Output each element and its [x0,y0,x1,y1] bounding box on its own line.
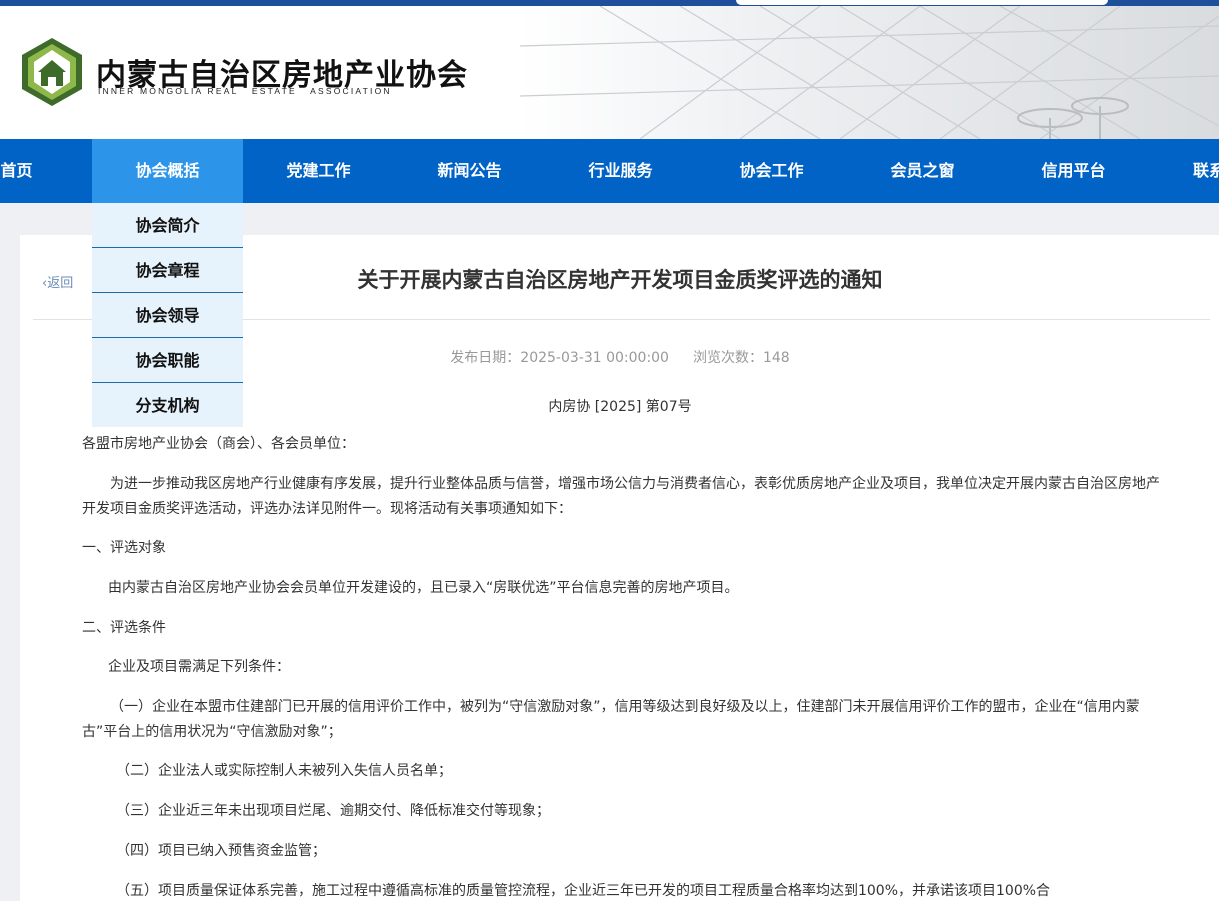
back-label: 返回 [47,276,74,291]
paragraph-intro: 为进一步推动我区房地产行业健康有序发展，提升行业整体品质与信誉，增强市场公信力与… [82,476,1160,517]
paragraph-target: 由内蒙古自治区房地产业协会会员单位开发建设的，且已录入“房联优选”平台信息完善的… [108,580,739,596]
nav-item-news[interactable]: 新闻公告 [394,139,545,203]
nav-item-services[interactable]: 行业服务 [545,139,696,203]
condition-item-2: （二）企业法人或实际控制人未被列入失信人员名单； [116,763,452,779]
view-count: 浏览次数：148 [692,350,790,366]
site-header: 内蒙古自治区房地产业协会 INNER MONGOLIA REAL ESTATE … [0,6,1219,139]
association-logo-icon[interactable] [20,36,84,108]
condition-item-5: （五）项目质量保证体系完善，施工过程中遵循高标准的质量管控流程，企业近三年已开发… [116,883,1051,899]
nav-item-work[interactable]: 协会工作 [696,139,847,203]
main-nav: 首页 协会概括 党建工作 新闻公告 行业服务 协会工作 会员之窗 信用平台 联系 [0,139,1219,203]
nav-item-members[interactable]: 会员之窗 [847,139,998,203]
condition-item-4: （四）项目已纳入预售资金监管； [116,843,326,859]
condition-item-3: （三）企业近三年未出现项目烂尾、逾期交付、降低标准交付等现象； [116,803,550,819]
nav-item-party[interactable]: 党建工作 [243,139,394,203]
dropdown-item-functions[interactable]: 协会职能 [92,338,243,383]
dropdown-item-intro[interactable]: 协会简介 [92,203,243,248]
condition-item-1: （一）企业在本盟市住建部门已开展的信用评价工作中，被列为“守信激励对象”，信用等… [82,699,1140,740]
salutation: 各盟市房地产业协会（商会）、各会员单位： [82,436,355,452]
article-title: 关于开展内蒙古自治区房地产开发项目金质奖评选的通知 [357,268,883,292]
dropdown-item-charter[interactable]: 协会章程 [92,248,243,293]
section-heading-2: 二、评选条件 [82,620,166,636]
association-name-en: INNER MONGOLIA REAL ESTATE ASSOCIATION [98,86,392,96]
dropdown-item-branches[interactable]: 分支机构 [92,383,243,427]
top-search-box[interactable] [736,0,1108,5]
paragraph-conditions: 企业及项目需满足下列条件： [108,659,290,675]
dropdown-item-leadership[interactable]: 协会领导 [92,293,243,338]
architecture-illustration [520,6,1219,139]
nav-item-contact[interactable]: 联系 [1149,139,1219,203]
nav-item-about[interactable]: 协会概括 [92,139,243,203]
header-banner-image [520,6,1219,139]
about-dropdown-menu: 协会简介 协会章程 协会领导 协会职能 分支机构 [92,203,243,427]
nav-item-credit[interactable]: 信用平台 [998,139,1149,203]
nav-item-home[interactable]: 首页 [0,139,92,203]
publish-date: 发布日期：2025-03-31 00:00:00 [450,350,669,366]
section-heading-1: 一、评选对象 [82,540,166,556]
back-link[interactable]: ‹返回 [42,272,73,291]
